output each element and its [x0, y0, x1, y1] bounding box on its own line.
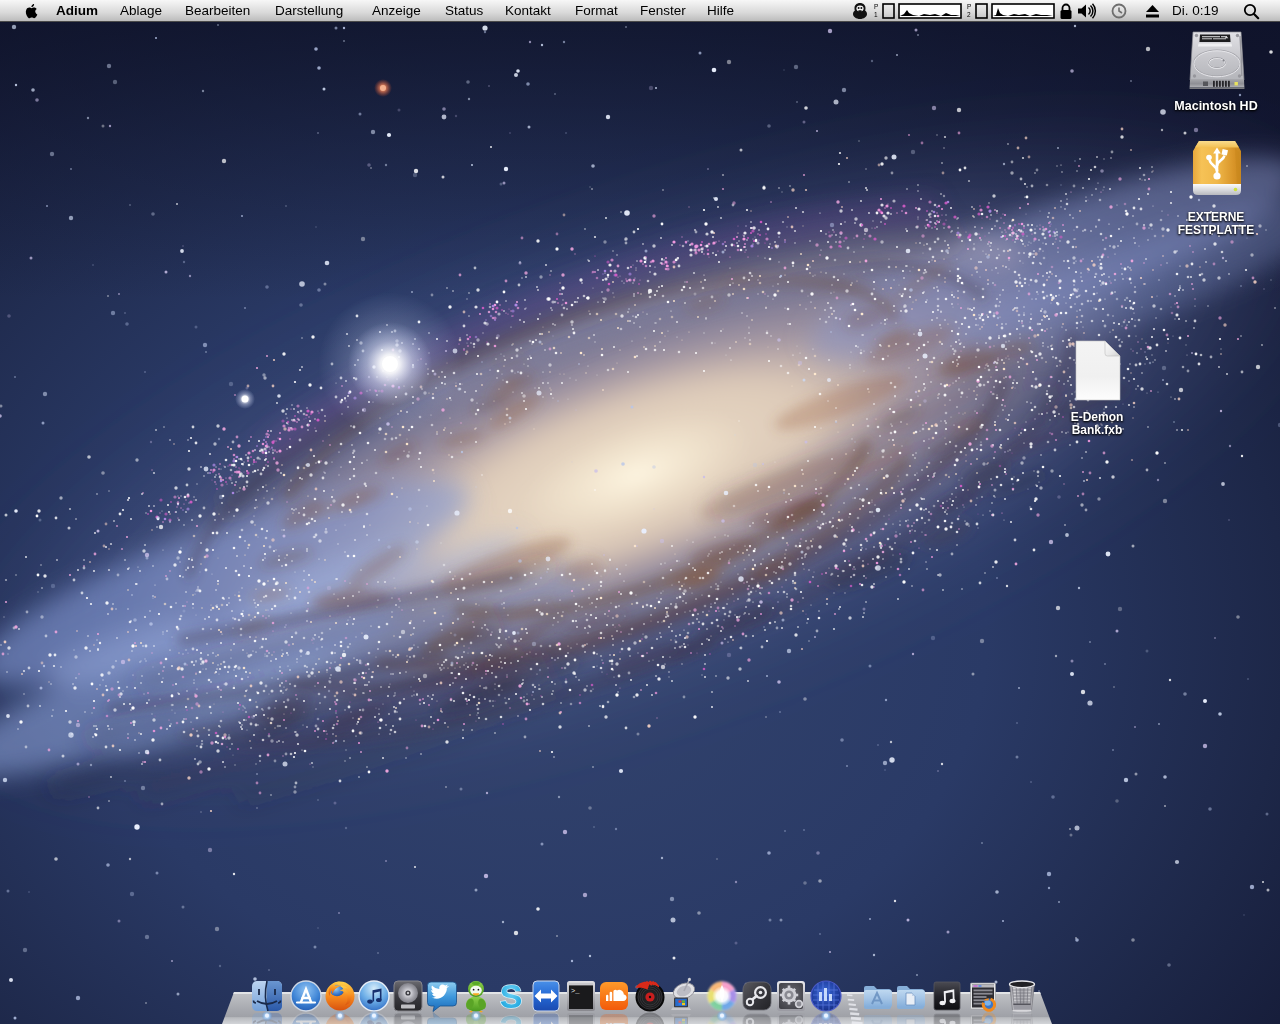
svg-text:P: P — [967, 3, 971, 10]
svg-text:S: S — [500, 977, 523, 1015]
svg-text:1: 1 — [874, 11, 878, 18]
svg-text:>_: >_ — [571, 987, 580, 995]
svg-text:2: 2 — [967, 11, 971, 18]
svg-text:P: P — [874, 3, 878, 10]
